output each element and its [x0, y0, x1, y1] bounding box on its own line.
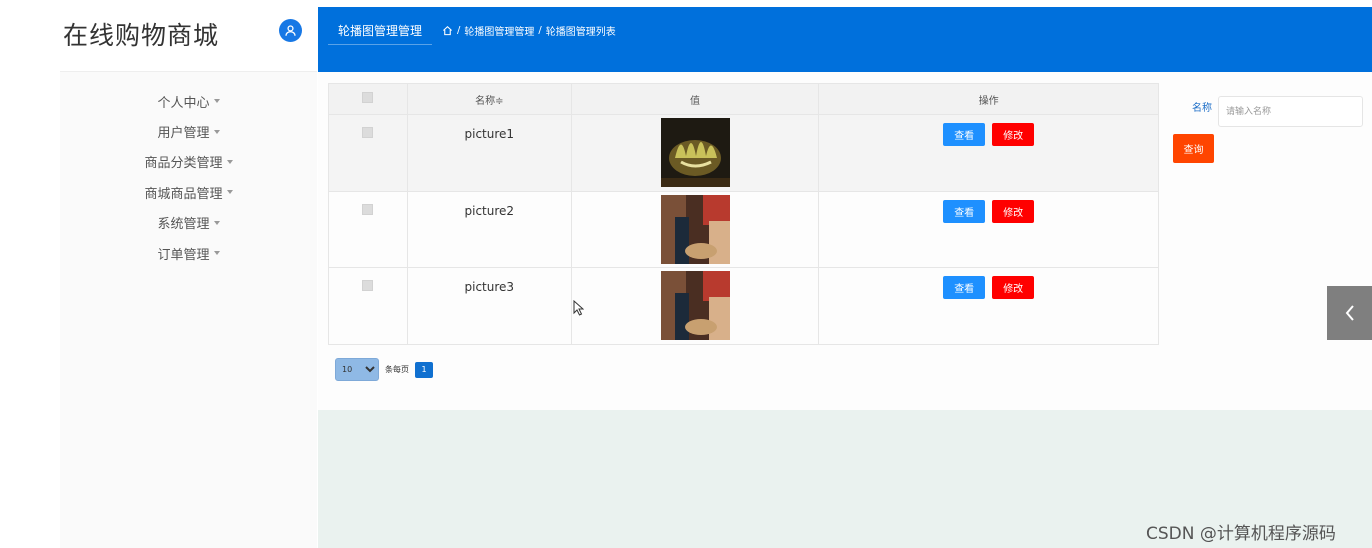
- view-button[interactable]: 查看: [943, 276, 986, 299]
- table-row: picture3 查看 修改: [328, 267, 1159, 345]
- sidebar-item-label: 用户管理: [157, 126, 210, 142]
- value-cell: [570, 267, 820, 345]
- breadcrumb-separator: /: [538, 25, 542, 36]
- user-avatar[interactable]: [279, 19, 302, 42]
- caret-down-icon: [226, 159, 233, 164]
- app-title: 在线购物商城: [63, 21, 220, 50]
- top-header: 轮播图管理管理 / 轮播图管理管理 / 轮播图管理列表: [318, 7, 1372, 72]
- sidebar-item-label: 订单管理: [157, 247, 210, 263]
- sidebar-item-label: 商品分类管理: [144, 156, 223, 172]
- caret-down-icon: [226, 190, 233, 195]
- home-icon[interactable]: [442, 25, 453, 36]
- user-icon: [285, 25, 296, 36]
- sidebar: 在线购物商城 个人中心 用户管理 商品分类管理 商城商品管理 系统管理 订单管理: [60, 0, 317, 548]
- sidebar-item-order-management[interactable]: 订单管理: [60, 238, 317, 268]
- column-header-actions: 操作: [818, 83, 1159, 115]
- sidebar-item-category-management[interactable]: 商品分类管理: [60, 147, 317, 177]
- tab-carousel-management[interactable]: 轮播图管理管理: [328, 16, 433, 45]
- sidebar-item-personal-center[interactable]: 个人中心: [60, 86, 317, 116]
- chevron-left-icon: [1345, 305, 1354, 321]
- column-header-name[interactable]: 名称≑: [406, 83, 572, 115]
- column-header-value: 值: [570, 83, 820, 115]
- sidebar-item-label: 系统管理: [157, 217, 210, 233]
- select-cell: [328, 267, 408, 345]
- row-name: picture2: [464, 203, 515, 218]
- shop-thumbnail-image: [660, 194, 730, 264]
- row-checkbox[interactable]: [362, 127, 374, 138]
- per-page-label: 条每页: [385, 365, 409, 374]
- actions-cell: 查看 修改: [818, 267, 1159, 345]
- sidebar-item-product-management[interactable]: 商城商品管理: [60, 177, 317, 207]
- sort-icon[interactable]: ≑: [495, 96, 503, 107]
- sidebar-item-system-management[interactable]: 系统管理: [60, 208, 317, 238]
- carousel-table: 名称≑ 值 操作 picture1 查看 修改 picture2 查看 修改 p…: [328, 83, 1159, 345]
- name-cell: picture1: [406, 114, 572, 192]
- row-name: picture1: [464, 127, 515, 141]
- edit-button[interactable]: 修改: [992, 123, 1035, 146]
- select-all-checkbox[interactable]: [362, 92, 374, 103]
- watermark-text: CSDN @计算机程序源码: [1146, 524, 1336, 544]
- name-cell: picture2: [406, 190, 572, 268]
- brand-header: 在线购物商城: [60, 0, 317, 72]
- actions-cell: 查看 修改: [818, 114, 1159, 192]
- caret-down-icon: [213, 99, 220, 104]
- caret-down-icon: [213, 129, 220, 134]
- table-header-row: 名称≑ 值 操作: [328, 83, 1159, 115]
- table-row: picture2 查看 修改: [328, 190, 1159, 268]
- sidebar-item-label: 个人中心: [157, 95, 210, 111]
- caret-down-icon: [213, 251, 220, 256]
- collapse-panel-button[interactable]: [1327, 286, 1372, 340]
- select-cell: [328, 114, 408, 192]
- actions-cell: 查看 修改: [818, 190, 1159, 268]
- table-row: picture1 查看 修改: [328, 114, 1159, 192]
- pagination: 10 条每页 1: [335, 358, 433, 381]
- mouse-cursor-icon: [573, 300, 584, 316]
- sidebar-item-user-management[interactable]: 用户管理: [60, 116, 317, 146]
- main-content: 名称≑ 值 操作 picture1 查看 修改 picture2 查看 修改 p…: [318, 72, 1372, 410]
- breadcrumb-item-management[interactable]: 轮播图管理管理: [464, 23, 534, 38]
- shop-thumbnail-image: [660, 271, 730, 340]
- food-thumbnail-image: [660, 118, 730, 187]
- value-cell: [570, 114, 820, 192]
- value-cell: [570, 190, 820, 268]
- edit-button[interactable]: 修改: [992, 199, 1035, 223]
- breadcrumb: / 轮播图管理管理 / 轮播图管理列表: [442, 23, 616, 38]
- sidebar-item-label: 商城商品管理: [144, 186, 223, 202]
- search-name-input[interactable]: [1218, 96, 1363, 127]
- query-button[interactable]: 查询: [1173, 134, 1214, 163]
- breadcrumb-item-list: 轮播图管理列表: [545, 27, 616, 38]
- row-checkbox[interactable]: [362, 203, 374, 215]
- view-button[interactable]: 查看: [943, 199, 986, 223]
- row-checkbox[interactable]: [362, 280, 374, 291]
- breadcrumb-separator: /: [457, 25, 461, 36]
- page-number-button[interactable]: 1: [415, 361, 433, 378]
- search-name-label: 名称: [1192, 103, 1212, 114]
- select-all-header: [328, 83, 408, 115]
- view-button[interactable]: 查看: [943, 123, 986, 146]
- row-name: picture3: [464, 280, 515, 294]
- select-cell: [328, 190, 408, 268]
- caret-down-icon: [213, 220, 220, 225]
- name-cell: picture3: [406, 267, 572, 345]
- sidebar-menu: 个人中心 用户管理 商品分类管理 商城商品管理 系统管理 订单管理: [60, 86, 317, 268]
- edit-button[interactable]: 修改: [992, 276, 1035, 299]
- page-size-select[interactable]: 10: [335, 358, 379, 381]
